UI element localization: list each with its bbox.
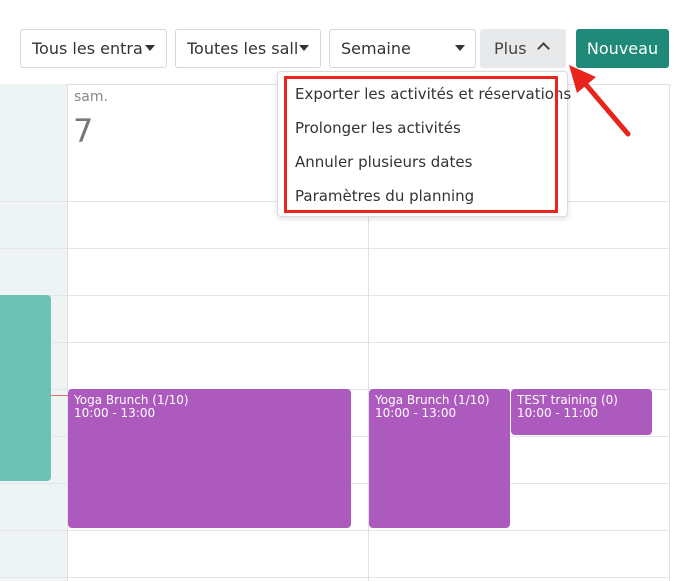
caret-down-icon [455, 45, 465, 51]
calendar-event-teal[interactable] [0, 295, 51, 481]
chevron-up-icon [537, 42, 550, 55]
grid-line [0, 295, 670, 296]
trainer-filter-select[interactable]: Tous les entraîneurs [20, 29, 167, 68]
menu-item-cancel-dates[interactable]: Annuler plusieurs dates [295, 153, 472, 171]
more-button[interactable]: Plus [480, 29, 566, 68]
view-select-label: Semaine [341, 39, 411, 58]
day-number: 7 [73, 112, 94, 150]
menu-item-export[interactable]: Exporter les activités et réservations [295, 85, 571, 103]
day-name: sam. [74, 89, 108, 105]
calendar-event[interactable]: TEST training (0) 10:00 - 11:00 [511, 389, 652, 435]
menu-item-extend-activities[interactable]: Prolonger les activités [295, 119, 461, 137]
caret-down-icon [145, 45, 155, 51]
calendar-event[interactable]: Yoga Brunch (1/10) 10:00 - 13:00 [68, 389, 351, 528]
grid-line [0, 530, 670, 531]
event-time: 10:00 - 11:00 [517, 406, 599, 420]
room-filter-select[interactable]: Toutes les salles [175, 29, 321, 68]
more-button-label: Plus [494, 39, 527, 58]
event-time: 10:00 - 13:00 [375, 406, 457, 420]
grid-line [0, 342, 670, 343]
room-filter-label: Toutes les salles [187, 39, 299, 58]
annotation-arrow-icon [569, 65, 631, 137]
more-dropdown-menu: Exporter les activités et réservations P… [277, 71, 571, 217]
grid-line [0, 577, 670, 578]
calendar-event[interactable]: Yoga Brunch (1/10) 10:00 - 13:00 [369, 389, 510, 528]
menu-item-planning-settings[interactable]: Paramètres du planning [295, 187, 474, 205]
view-select[interactable]: Semaine [329, 29, 476, 68]
trainer-filter-label: Tous les entraîneurs [32, 39, 142, 58]
event-time: 10:00 - 13:00 [74, 406, 156, 420]
caret-down-icon [299, 45, 309, 51]
column-divider [669, 84, 670, 581]
grid-line [0, 248, 670, 249]
